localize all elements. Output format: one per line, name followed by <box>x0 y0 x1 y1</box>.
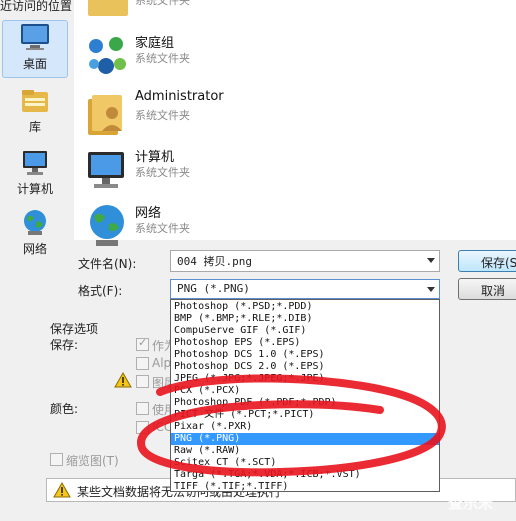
icc-checkbox[interactable] <box>136 421 149 434</box>
format-option-pixar[interactable]: Pixar (*.PXR) <box>171 421 439 433</box>
format-option-targa[interactable]: Targa (*.TGA;*.VDA;*.ICB;*.VST) <box>171 469 439 481</box>
nav-label-computer: 计算机 <box>16 182 53 196</box>
list-item[interactable]: 网络 系统文件夹 <box>74 198 504 254</box>
chevron-down-icon[interactable] <box>427 287 435 292</box>
format-option-dcs2[interactable]: Photoshop DCS 2.0 (*.EPS) <box>171 361 439 373</box>
layers-checkbox[interactable] <box>136 375 149 388</box>
format-value: PNG (*.PNG) <box>177 282 250 295</box>
nav-label-network: 网络 <box>22 242 47 256</box>
file-type: 系统文件夹 <box>135 109 190 122</box>
filename-value: 004 拷贝.png <box>177 255 252 268</box>
format-option-pict[interactable]: PICT 文件 (*.PCT;*.PICT) <box>171 409 439 421</box>
alpha-checkbox[interactable] <box>136 357 149 370</box>
format-option-gif[interactable]: CompuServe GIF (*.GIF) <box>171 325 439 337</box>
library-icon <box>22 90 48 112</box>
save-options-title: 保存选项 <box>50 322 99 336</box>
navigation-pane: 近访问的位置 桌面 库 计算机 网络 <box>0 0 72 270</box>
file-type: 系统文件夹 <box>135 0 190 7</box>
user-folder-icon <box>88 95 122 135</box>
nav-label-desktop: 桌面 <box>22 57 47 71</box>
file-type: 系统文件夹 <box>135 166 190 179</box>
file-list: 系统文件夹 家庭组 系统文件夹 Administrator 系统文件夹 计算机 … <box>74 0 516 246</box>
watermark-text: 查乐米 <box>448 494 494 512</box>
nav-item-computer[interactable]: 计算机 <box>2 148 68 200</box>
as-copy-checkbox[interactable] <box>136 336 149 351</box>
format-select[interactable]: PNG (*.PNG) <box>170 279 440 299</box>
file-name: Administrator <box>135 89 224 104</box>
homegroup-icon <box>89 37 126 74</box>
format-label: 格式(F): <box>78 284 123 298</box>
desktop-icon <box>21 24 49 50</box>
file-name: 计算机 <box>135 150 175 165</box>
use-proof-checkbox[interactable] <box>136 402 149 415</box>
nav-item-library[interactable]: 库 <box>2 86 68 136</box>
format-option-eps[interactable]: Photoshop EPS (*.EPS) <box>171 337 439 349</box>
file-name: 家庭组 <box>135 36 175 51</box>
filename-input[interactable]: 004 拷贝.png <box>170 250 440 272</box>
color-label: 颜色: <box>50 402 79 416</box>
format-option-jpeg[interactable]: JPEG (*.JPG;*.JPEG;*.JPE) <box>171 373 439 385</box>
format-option-raw[interactable]: Raw (*.RAW) <box>171 445 439 457</box>
format-option-pcx[interactable]: PCX (*.PCX) <box>171 385 439 397</box>
format-option-dcs1[interactable]: Photoshop DCS 1.0 (*.EPS) <box>171 349 439 361</box>
save-label: 保存: <box>50 338 79 352</box>
save-button[interactable]: 保存(S <box>458 250 516 272</box>
list-item[interactable]: Administrator 系统文件夹 <box>74 85 504 141</box>
network-icon <box>24 210 46 235</box>
format-option-psd[interactable]: Photoshop (*.PSD;*.PDD) <box>171 301 439 313</box>
thumbnail-label: 缩览图(T) <box>66 454 119 468</box>
chevron-down-icon[interactable] <box>427 258 435 263</box>
format-option-pdf[interactable]: Photoshop PDF (*.PDF;*.PDP) <box>171 397 439 409</box>
list-item[interactable]: 计算机 系统文件夹 <box>74 142 504 198</box>
filename-label: 文件名(N): <box>78 257 137 271</box>
computer-icon <box>23 151 47 175</box>
list-item[interactable]: 家庭组 系统文件夹 <box>74 28 504 84</box>
format-option-tiff[interactable]: TIFF (*.TIF;*.TIFF) <box>171 481 439 491</box>
nav-item-network[interactable]: 网络 <box>2 208 68 260</box>
nav-item-desktop[interactable]: 桌面 <box>2 20 68 78</box>
recent-places-label[interactable]: 近访问的位置 <box>0 0 72 14</box>
list-item[interactable]: 系统文件夹 <box>74 0 504 26</box>
file-name: 网络 <box>135 206 162 221</box>
warning-icon <box>53 482 71 498</box>
nav-label-library: 库 <box>28 120 41 134</box>
thumbnail-checkbox[interactable] <box>50 453 63 466</box>
computer-icon <box>88 152 124 188</box>
format-option-png[interactable]: PNG (*.PNG) <box>171 433 439 445</box>
network-icon <box>90 205 124 246</box>
warning-icon <box>114 372 132 388</box>
format-option-bmp[interactable]: BMP (*.BMP;*.RLE;*.DIB) <box>171 313 439 325</box>
cancel-button[interactable]: 取消 <box>458 278 516 300</box>
file-type: 系统文件夹 <box>135 222 190 235</box>
folder-icon <box>88 0 128 16</box>
file-type: 系统文件夹 <box>135 52 190 65</box>
format-option-sct[interactable]: Scitex CT (*.SCT) <box>171 457 439 469</box>
format-dropdown-list[interactable]: Photoshop (*.PSD;*.PDD) BMP (*.BMP;*.RLE… <box>170 299 440 492</box>
